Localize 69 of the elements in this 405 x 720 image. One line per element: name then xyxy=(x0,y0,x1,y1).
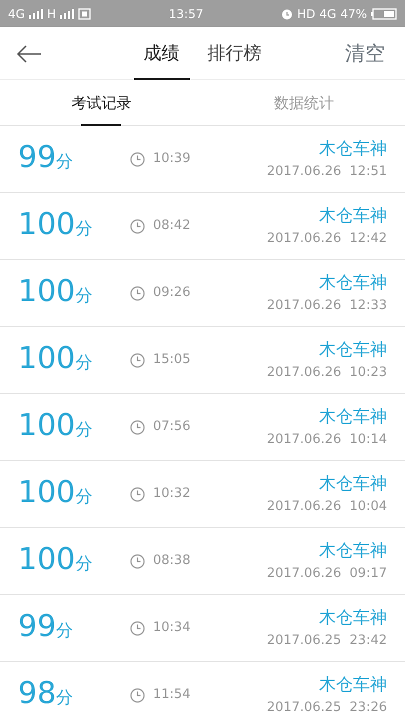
score-value: 100 xyxy=(18,210,76,240)
date-time: 2017.06.25 23:42 xyxy=(266,632,387,650)
duration-text: 08:38 xyxy=(153,552,190,570)
clock-icon xyxy=(130,286,145,300)
user-name: 木仓车神 xyxy=(319,472,387,496)
network-label: 4G xyxy=(8,6,25,22)
score-value: 100 xyxy=(18,276,76,307)
signal-icon xyxy=(60,8,74,18)
score-unit: 分 xyxy=(56,150,74,174)
user-name: 木仓车神 xyxy=(319,674,387,696)
duration-text: 10:39 xyxy=(153,150,190,168)
status-label: 47% xyxy=(340,6,368,22)
score-unit: 分 xyxy=(75,418,92,442)
clock-icon xyxy=(130,688,145,702)
clock-icon xyxy=(130,554,145,568)
duration-text: 09:26 xyxy=(153,284,190,302)
date-time: 2017.06.26 10:14 xyxy=(266,431,387,449)
score-unit: 分 xyxy=(56,620,74,643)
date-time: 2017.06.26 10:23 xyxy=(266,364,387,382)
sim-icon xyxy=(78,8,91,20)
duration-text: 07:56 xyxy=(153,418,190,436)
status-label: 4G xyxy=(319,6,336,22)
duration-text: 08:42 xyxy=(153,217,190,236)
score-value: 99 xyxy=(18,612,56,642)
score-unit: 分 xyxy=(56,686,74,710)
user-name: 木仓车神 xyxy=(319,272,387,294)
clock-time: 13:57 xyxy=(168,6,204,22)
score-value: 100 xyxy=(18,544,76,575)
score-value: 100 xyxy=(18,410,76,441)
user-name: 木仓车神 xyxy=(319,540,387,562)
score-value: 100 xyxy=(18,478,76,508)
date-time: 2017.06.25 23:26 xyxy=(266,699,387,717)
score-value: 100 xyxy=(18,344,76,374)
date-time: 2017.06.26 09:17 xyxy=(266,565,387,583)
user-name: 木仓车神 xyxy=(319,406,387,428)
duration-text: 15:05 xyxy=(153,351,190,370)
clock-icon xyxy=(130,620,145,636)
date-time: 2017.06.26 12:33 xyxy=(266,297,387,315)
score-value: 99 xyxy=(18,142,56,173)
network-label: H xyxy=(46,6,56,22)
clear-button[interactable]: 清空 xyxy=(333,32,397,74)
score-unit: 分 xyxy=(75,486,92,509)
score-unit: 分 xyxy=(75,352,92,375)
score-value: 98 xyxy=(18,678,56,709)
duration-text: 10:32 xyxy=(153,485,190,504)
user-name: 木仓车神 xyxy=(319,606,387,630)
clock-icon xyxy=(130,486,145,502)
tab[interactable]: 考试记录 xyxy=(65,80,138,126)
score-unit: 分 xyxy=(75,218,92,241)
clock-icon xyxy=(130,152,145,166)
date-time: 2017.06.26 12:51 xyxy=(266,163,387,181)
signal-icon xyxy=(28,8,43,18)
date-time: 2017.06.26 12:42 xyxy=(266,230,387,248)
tab[interactable]: 排行榜 xyxy=(198,26,272,80)
clock-icon xyxy=(130,420,145,434)
alarm-icon xyxy=(281,8,294,20)
score-unit: 分 xyxy=(75,284,92,308)
duration-text: 11:54 xyxy=(153,686,190,704)
score-unit: 分 xyxy=(75,552,92,576)
clock-icon xyxy=(130,352,145,368)
date-time: 2017.06.26 10:04 xyxy=(266,498,387,516)
user-name: 木仓车神 xyxy=(319,204,387,228)
tab[interactable]: 成绩 xyxy=(134,26,190,80)
battery-icon xyxy=(371,8,398,20)
user-name: 木仓车神 xyxy=(319,338,387,362)
user-name: 木仓车神 xyxy=(319,138,387,160)
status-label: HD xyxy=(297,6,316,22)
clock-icon xyxy=(130,218,145,234)
duration-text: 10:34 xyxy=(153,619,190,638)
